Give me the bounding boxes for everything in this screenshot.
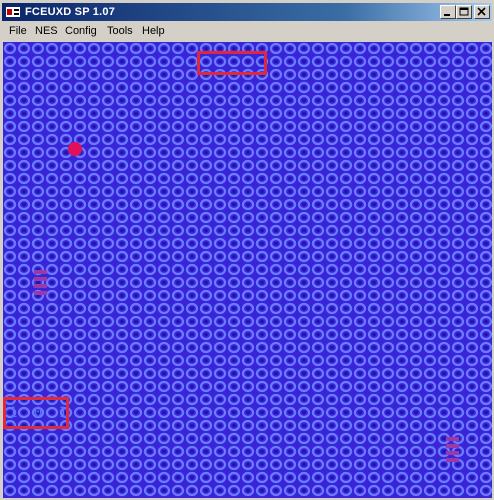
- close-button[interactable]: [474, 5, 490, 19]
- title-bar[interactable]: FCEUXD SP 1.07: [2, 3, 492, 21]
- app-icon: [6, 7, 20, 17]
- menu-nes[interactable]: NES: [35, 24, 58, 39]
- hud-top-box: [197, 51, 267, 75]
- minimize-button[interactable]: [440, 5, 456, 19]
- menu-file[interactable]: File: [9, 24, 27, 39]
- hud-counter: 1 0 1: [9, 405, 72, 421]
- enemy-sprite: [34, 270, 47, 300]
- enemy-sprite: [446, 437, 459, 467]
- player-sprite: [68, 142, 82, 156]
- menu-tools[interactable]: Tools: [107, 24, 133, 39]
- game-background-pattern: [3, 42, 492, 498]
- maximize-button[interactable]: [456, 5, 472, 19]
- menu-config[interactable]: Config: [65, 24, 97, 39]
- window-title: FCEUXD SP 1.07: [25, 6, 116, 18]
- game-screen[interactable]: [3, 42, 492, 498]
- hud-bottom-box: 1 0 1: [3, 397, 69, 429]
- minimize-icon: [444, 14, 450, 16]
- close-icon: [477, 7, 486, 16]
- menu-bar: File NES Config Tools Help: [2, 22, 492, 41]
- app-window: FCEUXD SP 1.07 File NES Config Tools Hel…: [0, 0, 494, 500]
- menu-help[interactable]: Help: [142, 24, 165, 39]
- maximize-icon: [459, 7, 469, 16]
